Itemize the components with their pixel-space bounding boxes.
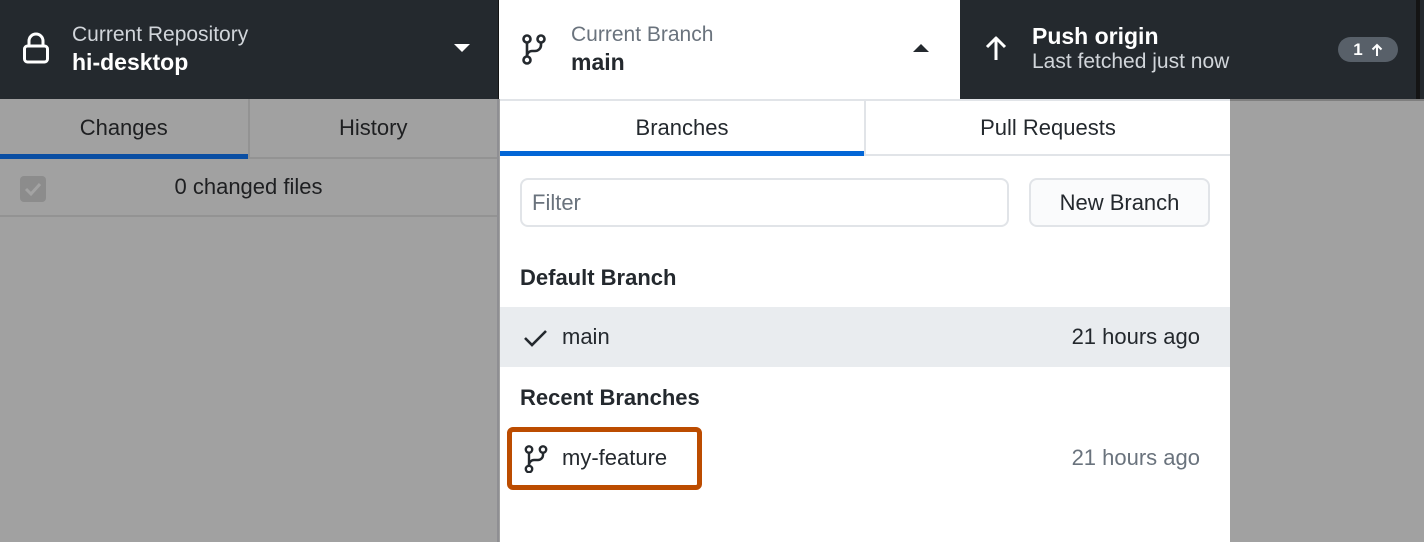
toolbar: Current Repository hi-desktop Current Br… [0, 0, 1424, 99]
ahead-count: 1 [1353, 39, 1363, 59]
branch-filter-input[interactable] [520, 178, 1009, 227]
repository-name: hi-desktop [72, 49, 189, 75]
new-branch-button[interactable]: New Branch [1029, 178, 1210, 227]
git-branch-icon [524, 445, 548, 473]
branch-name: my-feature [562, 445, 668, 470]
branch-name: main [562, 324, 610, 349]
branch-time: 21 hours ago [1071, 324, 1200, 349]
checkmark-icon [24, 182, 42, 197]
branch-text: Current Branch main [571, 22, 713, 76]
select-all-checkbox[interactable] [20, 176, 46, 202]
tab-pull-requests[interactable]: Pull Requests [864, 101, 1230, 154]
recent-branches-header: Recent Branches [520, 385, 700, 410]
lock-icon [23, 32, 49, 64]
repository-text: Current Repository hi-desktop [72, 22, 248, 76]
push-title: Push origin [1032, 23, 1159, 49]
push-text: Push origin Last fetched just now [1032, 23, 1229, 75]
checkmark-icon [524, 330, 547, 347]
ahead-count-badge: 1 [1338, 37, 1398, 62]
left-tabs: Changes History [0, 99, 497, 159]
chevron-up-icon [913, 44, 929, 52]
branch-label: Current Branch [571, 23, 714, 46]
changes-panel: Changes History 0 changed files [0, 99, 499, 542]
repository-label: Current Repository [72, 23, 249, 46]
push-origin-button[interactable]: Push origin Last fetched just now 1 [960, 0, 1420, 99]
branch-time: 21 hours ago [1071, 445, 1200, 470]
changes-header: 0 changed files [0, 159, 497, 217]
current-repository-button[interactable]: Current Repository hi-desktop [0, 0, 499, 99]
branch-item-main[interactable]: main 21 hours ago [500, 307, 1230, 367]
branch-item-my-feature[interactable]: my-feature 21 hours ago [500, 428, 1230, 488]
chevron-down-icon [454, 44, 470, 52]
branch-dropdown: Branches Pull Requests New Branch Defaul… [500, 99, 1230, 542]
tab-changes[interactable]: Changes [0, 99, 248, 159]
arrow-up-icon [985, 36, 1007, 60]
dropdown-tabs: Branches Pull Requests [500, 101, 1230, 156]
git-branch-icon [522, 34, 546, 65]
push-subtitle: Last fetched just now [1032, 50, 1230, 73]
current-branch-button[interactable]: Current Branch main [499, 0, 960, 99]
arrow-up-small-icon [1371, 43, 1382, 56]
tab-branches[interactable]: Branches [500, 101, 864, 156]
filter-row: New Branch [520, 178, 1210, 227]
changed-files-count: 0 changed files [174, 174, 323, 199]
tab-history[interactable]: History [247, 99, 498, 157]
dimmed-overlay[interactable] [1230, 99, 1424, 542]
default-branch-header: Default Branch [520, 265, 677, 290]
branch-name: main [571, 49, 625, 75]
